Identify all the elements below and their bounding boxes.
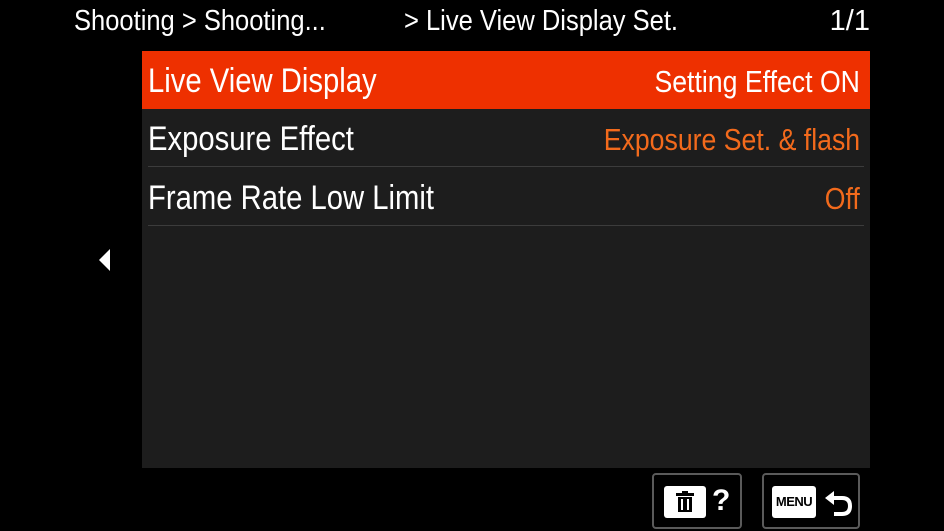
page-indicator: 1/1 — [829, 5, 870, 37]
left-arrow-icon[interactable] — [99, 249, 110, 271]
breadcrumb-shooting: Shooting > Shooting... — [74, 5, 326, 37]
menu-item-value: Exposure Set. & flash — [603, 122, 860, 157]
menu-item-label: Live View Display — [148, 62, 377, 100]
menu-panel: Live View Display Setting Effect ON Expo… — [142, 51, 870, 468]
menu-item-value: Off — [824, 181, 860, 216]
menu-item-label: Frame Rate Low Limit — [148, 179, 434, 217]
menu-back-button[interactable]: MENU — [762, 473, 860, 529]
header-bar: Shooting > Shooting... > Live View Displ… — [0, 0, 944, 44]
menu-label: MENU — [775, 494, 813, 509]
delete-help-button[interactable]: ? — [652, 473, 742, 529]
return-arrow-icon — [825, 491, 853, 516]
menu-item-frame-rate-low-limit[interactable]: Frame Rate Low Limit Off — [142, 168, 870, 226]
menu-item-value: Setting Effect ON — [654, 64, 860, 99]
help-icon: ? — [712, 484, 731, 517]
breadcrumb-live-view-display-set: > Live View Display Set. — [404, 5, 679, 37]
row-divider — [148, 225, 864, 226]
menu-item-exposure-effect[interactable]: Exposure Effect Exposure Set. & flash — [142, 109, 870, 167]
menu-item-live-view-display[interactable]: Live View Display Setting Effect ON — [142, 51, 870, 109]
menu-label-box: MENU — [772, 486, 816, 518]
row-divider — [148, 166, 864, 167]
menu-item-label: Exposure Effect — [148, 120, 354, 158]
trash-icon — [664, 486, 706, 518]
